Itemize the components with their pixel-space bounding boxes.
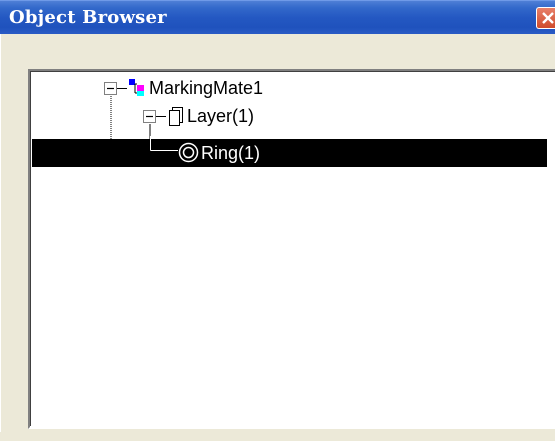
tree-item-layer[interactable]: Layer(1) <box>143 102 343 130</box>
tree-connector <box>117 88 127 89</box>
tree-connector-lines <box>110 96 151 153</box>
object-browser-window: Object Browser MarkingMate1 Layer(1) Rin… <box>0 0 555 441</box>
tree-item-label: Layer(1) <box>187 106 255 126</box>
collapse-toggle-icon[interactable] <box>143 110 156 123</box>
tree-connector <box>150 136 178 151</box>
layer-icon <box>169 107 183 126</box>
project-icon <box>129 79 144 96</box>
tree-item-ring[interactable]: Ring(1) <box>32 136 547 167</box>
ring-icon <box>178 142 199 163</box>
window-bottom-edge <box>0 432 555 441</box>
collapse-toggle-icon[interactable] <box>104 82 117 95</box>
tree-connector <box>156 116 166 117</box>
tree-item-label: MarkingMate1 <box>149 78 264 98</box>
tree-item-label: Ring(1) <box>201 143 261 163</box>
tree-item-markingmate1[interactable]: MarkingMate1 <box>104 74 334 102</box>
